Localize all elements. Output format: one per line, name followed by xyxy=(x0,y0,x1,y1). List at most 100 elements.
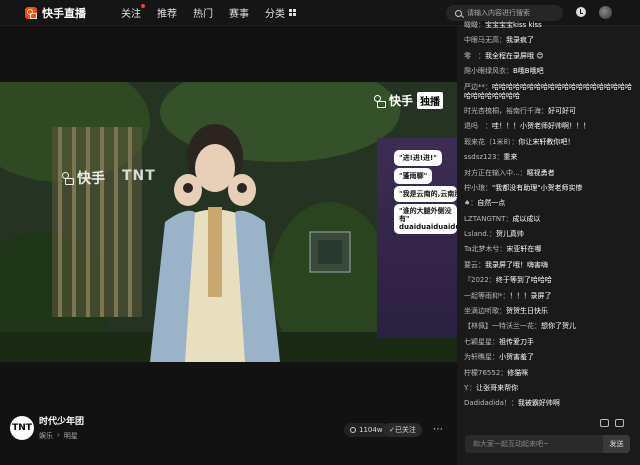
nav-label: 关注 xyxy=(121,9,141,20)
chat-message: 为轩瞧星：小贺害羞了 xyxy=(464,353,634,362)
chat-username[interactable]: 爬小眼绿风衣： xyxy=(464,67,513,75)
search-input[interactable]: 请输入内容进行搜索 xyxy=(446,5,563,21)
chat-text: 我被霸好帅啊 xyxy=(517,399,560,408)
chat-username[interactable]: 『2022： xyxy=(464,276,496,284)
chat-username[interactable]: 一起等雨抑*： xyxy=(464,292,510,300)
chat-input[interactable]: 和大家一起互动起来吧~ 发送 xyxy=(465,435,630,453)
streamer-name[interactable]: 时代少年团 xyxy=(39,414,84,427)
chevron-right-icon: › xyxy=(57,431,60,439)
chat-message: Lsland.：贺儿真帅 xyxy=(464,230,634,239)
chat-username[interactable]: Dadidadida！： xyxy=(464,399,518,407)
screen-bubble: "我是云南的,云南那" xyxy=(394,186,457,202)
kuaishou-logo[interactable]: 快手直播 xyxy=(25,5,86,21)
nav-hot[interactable]: 热门 xyxy=(193,5,213,20)
nav-label: 热门 xyxy=(193,9,213,20)
chat-text: 贺贺生日快乐 xyxy=(506,307,548,316)
chat-text: 你让宋轩教你吧！ xyxy=(518,137,575,146)
nav-recommend[interactable]: 推荐 xyxy=(157,5,177,20)
chat-text: 成以成以 xyxy=(512,214,541,223)
nav-follow[interactable]: 关注 xyxy=(121,4,145,20)
backdrop-logo-text: 快手 xyxy=(77,171,105,187)
watermark-text: 快手 xyxy=(388,94,413,108)
screen-bubble: "谁的大腿外侧没有" duaiduaiduaiduai xyxy=(394,204,457,234)
chat-message: 爬小眼绿风衣：B哦B哦吧 xyxy=(464,67,634,76)
chat-text: 贺儿真帅 xyxy=(495,230,524,239)
more-icon[interactable]: ⋯ xyxy=(433,425,443,435)
chat-message-list[interactable]: 瞰瞰：宝宝宝宝kiss kiss 中眼马无高：我录疯了零 ：我全程在录屏哦 😊 爬小… xyxy=(464,21,634,411)
streamer-avatar[interactable]: TNT xyxy=(10,415,34,440)
chat-username[interactable]: Lsland.： xyxy=(464,230,496,238)
backdrop-logo: 快手 xyxy=(62,168,105,188)
chat-text: 祖传爱刀手 xyxy=(499,337,534,346)
chat-username[interactable]: Y.： xyxy=(464,384,476,392)
chat-username[interactable]: 柠檬76552： xyxy=(464,369,507,377)
chat-username[interactable]: 七颖星星： xyxy=(464,338,499,346)
chat-text: 让张哥来帮你 xyxy=(476,383,519,392)
tag-celebrity[interactable]: 明星 xyxy=(64,431,78,441)
chat-username[interactable]: 时光杏梳桐，裕南行千海： xyxy=(464,107,548,115)
chat-message: 七颖星星：祖传爱刀手 xyxy=(464,338,634,347)
chat-message: ssdsz123：重来 xyxy=(464,153,634,162)
chat-username[interactable]: 【林佩】一特沃兰一花： xyxy=(464,322,541,330)
chat-text: 我录屏了哦！嗨害嗨 xyxy=(485,260,548,269)
history-icon[interactable] xyxy=(576,7,586,17)
viewer-count: 1104w xyxy=(344,423,389,437)
nav-category[interactable]: 分类 xyxy=(265,5,296,20)
chat-text: 小贺害羞了 xyxy=(499,353,534,362)
chat-text: 修猫咪 xyxy=(507,368,529,377)
chat-message: 【林佩】一特沃兰一花：想你了贺儿 xyxy=(464,322,634,331)
screen-bubble: "进!进!进!" xyxy=(394,150,442,166)
chat-username[interactable]: 坐滴边听歌： xyxy=(464,307,506,315)
chat-text: 终于等到了哈哈哈 xyxy=(495,276,552,285)
chat-message: Ta北梦木兮：宋亚轩在哪 xyxy=(464,245,634,254)
chat-text: 我录疯了 xyxy=(506,36,534,45)
chat-message: 坐滴边听歌：贺贺生日快乐 xyxy=(464,307,634,316)
user-avatar[interactable] xyxy=(599,6,612,19)
chat-message: 对方正在输入中...：暱视勇者 xyxy=(464,169,634,178)
backdrop-tnt: TNT xyxy=(122,168,156,184)
chat-username[interactable]: ssdsz123： xyxy=(464,153,503,161)
nav-events[interactable]: 赛事 xyxy=(229,5,249,20)
chat-username[interactable]: LZTANGTNT： xyxy=(464,215,512,223)
chat-message: 时光杏梳桐，裕南行千海：好可好可 xyxy=(464,107,634,116)
kuaishou-watermark: 快手 独播 xyxy=(373,92,443,109)
send-button[interactable]: 发送 xyxy=(603,435,630,453)
search-icon[interactable] xyxy=(455,9,462,17)
chat-panel: 瞰瞰：宝宝宝宝kiss kiss 中眼马无高：我录疯了零 ：我全程在录屏哦 😊 爬小… xyxy=(457,21,640,465)
chat-username[interactable]: 柠小琅： xyxy=(464,184,492,192)
chat-username[interactable]: 瑕来花（1米8）： xyxy=(464,138,518,146)
chat-username[interactable]: 瞰瞰： xyxy=(464,21,485,29)
chat-username[interactable]: 要云： xyxy=(464,261,485,269)
chat-text: 宋亚轩在哪 xyxy=(506,245,542,254)
chat-text: 哇！！！小贺老师好帅啊！！！ xyxy=(492,122,590,131)
chat-tools xyxy=(600,419,624,427)
gift-icon[interactable] xyxy=(615,419,624,427)
chat-username[interactable]: 退吗 ： xyxy=(464,122,492,130)
nav-label: 推荐 xyxy=(157,9,177,20)
chat-username[interactable]: 中眼马无高： xyxy=(464,36,506,44)
backdrop-logo-icon xyxy=(62,172,74,185)
chat-username[interactable]: Ta北梦木兮： xyxy=(464,245,506,253)
chat-username[interactable]: 零 ： xyxy=(464,52,485,60)
chat-message: 中眼马无高：我录疯了 xyxy=(464,36,634,45)
chat-input-placeholder: 和大家一起互动起来吧~ xyxy=(473,440,549,448)
chat-message: 柠檬76552：修猫咪 xyxy=(464,369,634,378)
chat-username[interactable]: 为轩瞧星： xyxy=(464,353,499,361)
chat-text: 想你了贺儿 xyxy=(541,322,576,331)
danmaku-icon[interactable] xyxy=(600,419,609,427)
search-placeholder: 请输入内容进行搜索 xyxy=(467,9,530,17)
chat-username[interactable]: 对方正在输入中...： xyxy=(464,169,527,177)
live-video[interactable]: "进!进!进!" "蓬雨聊" "我是云南的,云南那" "谁的大腿外侧没有" du… xyxy=(0,82,457,362)
performer xyxy=(150,124,280,362)
chat-text: 宝宝宝宝kiss kiss xyxy=(485,21,542,29)
streamer-tags: 娱乐 › 明星 xyxy=(39,431,84,441)
follow-button[interactable]: ✓ 已关注 xyxy=(383,423,422,437)
chat-text: 暱视勇者 xyxy=(526,168,555,177)
chat-message: 柠小琅："我都没有助理"小贺老师实惨 xyxy=(464,184,634,193)
chat-message: 『2022：终于等到了哈哈哈 xyxy=(464,276,634,285)
tag-entertainment[interactable]: 娱乐 xyxy=(39,431,53,441)
chat-text: ！！！录屏了 xyxy=(509,291,552,300)
chat-username[interactable]: 严边**： xyxy=(464,83,492,91)
chat-username[interactable]: ♠： xyxy=(464,199,477,207)
chat-text: 好可好可 xyxy=(548,106,576,115)
